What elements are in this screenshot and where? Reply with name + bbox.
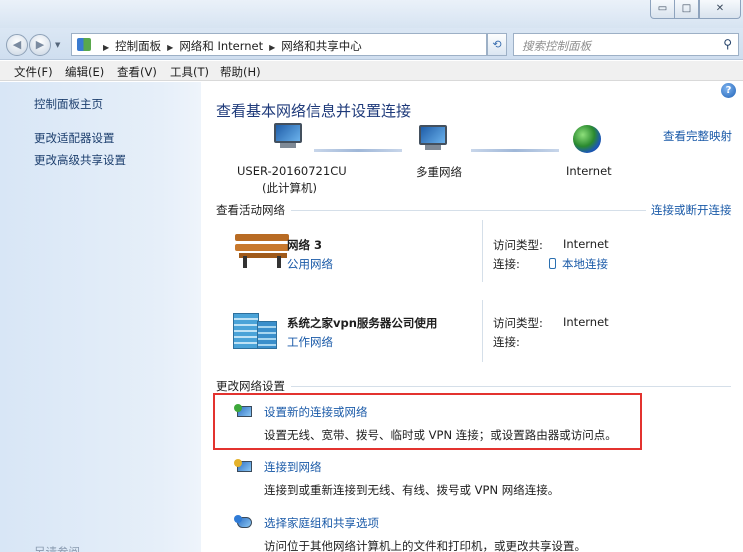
back-button[interactable]: ◀ [6,34,28,56]
access-type-label: 访问类型: [493,238,543,252]
ethernet-plug-icon [549,258,556,269]
network-icon [417,125,449,151]
breadcrumb-separator-icon[interactable]: ▶ [167,43,173,52]
see-also-label: 另请参阅 [34,545,80,552]
connect-disconnect-link[interactable]: 连接或断开连接 [651,202,732,218]
highlight-box [213,393,642,450]
minimize-button[interactable]: ▭ [650,0,675,19]
multiple-networks-label: 多重网络 [416,165,462,179]
main-content: ? 查看基本网络信息并设置连接 查看完整映射 USER-20160721CU (… [201,82,743,552]
divider [482,220,483,282]
computer-icon [272,123,304,149]
connect-network-icon [234,459,254,477]
active-networks-heading: 查看活动网络 [216,203,285,217]
sidebar-item-change-advanced-sharing[interactable]: 更改高级共享设置 [34,152,126,168]
internet-globe-icon [573,125,601,153]
internet-label: Internet [566,164,612,178]
work-network-building-icon [233,309,279,349]
page-title: 查看基本网络信息并设置连接 [216,102,412,120]
breadcrumb-network-sharing-center[interactable]: 网络和共享中心 [281,39,362,53]
local-connection-label: 本地连接 [562,257,608,271]
computer-sublabel: (此计算机) [262,181,317,195]
task-description: 连接到或重新连接到无线、有线、拨号或 VPN 网络连接。 [264,483,560,497]
breadcrumb-control-panel[interactable]: 控制面板 [115,39,161,53]
connection-line [471,149,559,152]
network-location-link[interactable]: 工作网络 [287,334,333,350]
computer-name: USER-20160721CU [237,164,347,178]
address-toolbar: ◀ ▶ ▼ ▶控制面板▶网络和 Internet▶网络和共享中心 ▼ ⟲ 搜索控… [0,28,743,60]
close-button[interactable]: ✕ [699,0,741,19]
search-input[interactable]: 搜索控制面板 ⚲ [513,33,739,56]
sidebar: 控制面板主页 更改适配器设置 更改高级共享设置 另请参阅 [0,82,201,552]
network-location-link[interactable]: 公用网络 [287,256,333,272]
connect-to-network-link[interactable]: 连接到网络 [264,459,322,475]
help-icon[interactable]: ? [721,83,736,98]
local-connection-link[interactable]: 本地连接 [549,256,608,272]
access-type-label: 访问类型: [493,316,543,330]
title-bar: ▭ □ ✕ [0,0,743,28]
menu-bar: 文件(F) 编辑(E) 查看(V) 工具(T) 帮助(H) [0,61,743,81]
menu-edit[interactable]: 编辑(E) [65,64,104,80]
forward-button[interactable]: ▶ [29,34,51,56]
breadcrumb: ▶ 控制面板 ▶ 网络和 Internet ▶ 网络和共享中心 [97,38,362,54]
address-bar[interactable]: ▶控制面板▶网络和 Internet▶网络和共享中心 ▼ [71,33,549,56]
connection-line [314,149,402,152]
search-icon[interactable]: ⚲ [723,37,732,51]
public-network-bench-icon [235,234,289,268]
connections-label: 连接: [493,257,520,271]
divider [482,300,483,362]
change-settings-heading: 更改网络设置 [216,379,285,393]
connections-label: 连接: [493,335,520,349]
maximize-button[interactable]: □ [674,0,699,19]
sidebar-item-change-adapter-settings[interactable]: 更改适配器设置 [34,130,115,146]
menu-file[interactable]: 文件(F) [14,64,53,80]
refresh-button[interactable]: ⟲ [487,33,507,56]
menu-help[interactable]: 帮助(H) [220,64,261,80]
network-name: 网络 3 [287,238,323,252]
search-placeholder: 搜索控制面板 [522,39,591,53]
homegroup-icon [234,515,254,533]
network-name: 系统之家vpn服务器公司使用 [287,316,438,330]
access-type-value: Internet [563,237,609,251]
task-description: 访问位于其他网络计算机上的文件和打印机，或更改共享设置。 [264,539,586,552]
recent-pages-dropdown-icon[interactable]: ▼ [55,41,60,49]
access-type-value: Internet [563,315,609,329]
breadcrumb-separator-icon[interactable]: ▶ [269,43,275,52]
breadcrumb-separator-icon[interactable]: ▶ [103,43,109,52]
menu-view[interactable]: 查看(V) [117,64,157,80]
sidebar-item-control-panel-home[interactable]: 控制面板主页 [34,96,103,112]
divider [291,386,731,387]
control-panel-icon [77,38,91,51]
menu-tools[interactable]: 工具(T) [170,64,209,80]
breadcrumb-network-internet[interactable]: 网络和 Internet [179,39,263,53]
view-full-map-link[interactable]: 查看完整映射 [663,128,732,144]
homegroup-sharing-link[interactable]: 选择家庭组和共享选项 [264,515,379,531]
divider [291,210,646,211]
